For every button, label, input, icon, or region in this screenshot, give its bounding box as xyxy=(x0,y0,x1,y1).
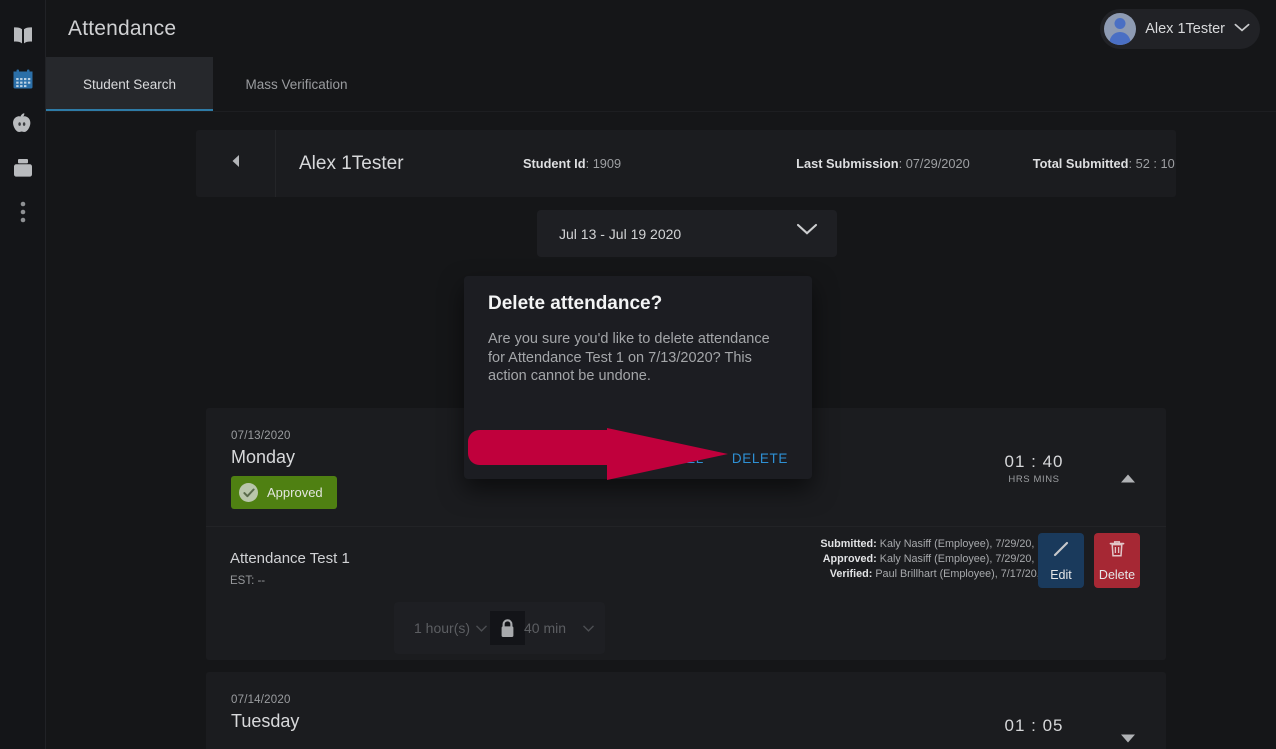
attendance-day-card: 07/14/2020 Tuesday 01 : 05 xyxy=(206,672,1166,749)
approved-stamp: Approved: Kaly Nasiff (Employee), 7/29/2… xyxy=(723,552,1083,567)
chevron-left-icon xyxy=(231,154,240,173)
user-name: Alex 1Tester xyxy=(1145,21,1225,37)
day-total-hours: 01 : 05 xyxy=(988,716,1080,736)
student-name: Alex 1Tester xyxy=(299,152,404,174)
delete-button-label: Delete xyxy=(1098,567,1136,582)
duration-control: 1 hour(s) 40 min xyxy=(394,602,605,654)
edit-button-label: Edit xyxy=(1050,567,1072,582)
delete-attendance-dialog: Delete attendance? Are you sure you'd li… xyxy=(464,276,812,479)
day-total-hours: 01 : 40 HRS MINS xyxy=(988,452,1080,485)
duration-minutes-value: 40 min xyxy=(524,620,567,636)
day-hours-label: HRS MINS xyxy=(1008,474,1060,485)
user-menu-button[interactable]: Alex 1Tester xyxy=(1100,9,1260,49)
approved-label: Approved: xyxy=(822,553,877,565)
day-card-header[interactable]: 07/14/2020 Tuesday 01 : 05 xyxy=(206,672,1166,749)
entry-title: Attendance Test 1 xyxy=(230,550,350,567)
total-submitted-meta: Total Submitted: 52 : 10 xyxy=(1032,156,1175,171)
sidebar-item-teaching[interactable] xyxy=(0,102,46,146)
dialog-message: Are you sure you'd like to delete attend… xyxy=(488,331,770,384)
caret-down-icon xyxy=(583,619,594,637)
last-submission-value: 07/29/2020 xyxy=(905,156,970,171)
sidebar-item-cases[interactable] xyxy=(0,146,46,190)
chevron-down-icon xyxy=(796,223,818,242)
top-bar: Attendance Alex 1Tester xyxy=(46,0,1276,57)
delete-button[interactable]: Delete xyxy=(1094,533,1140,588)
sidebar-item-curriculum[interactable] xyxy=(0,14,46,58)
day-hours-value: 01 : 40 xyxy=(1004,452,1064,471)
date-range-value: Jul 13 - Jul 19 2020 xyxy=(559,225,682,242)
expand-down-icon[interactable] xyxy=(1120,730,1136,748)
status-badge: Approved xyxy=(231,476,337,509)
student-summary-bar: Alex 1Tester Student Id: 1909 Last Submi… xyxy=(196,130,1176,197)
page-title: Attendance xyxy=(68,17,177,40)
confirm-delete-button[interactable]: DELETE xyxy=(732,451,788,466)
day-hours-value: 01 : 05 xyxy=(1004,716,1064,735)
check-circle-icon xyxy=(239,483,258,502)
entry-audit-stamps: Submitted: Kaly Nasiff (Employee), 7/29/… xyxy=(723,537,1083,582)
total-submitted-value: 52 : 10 xyxy=(1135,156,1175,171)
sidebar-item-attendance[interactable] xyxy=(0,58,46,102)
verified-label: Verified: xyxy=(829,568,873,580)
student-id-label: Student Id xyxy=(523,156,586,171)
sidebar-item-more[interactable] xyxy=(0,190,46,234)
caret-down-icon xyxy=(476,619,487,637)
attendance-app: Attendance Alex 1Tester Student Search M… xyxy=(0,0,1276,749)
edit-button[interactable]: Edit xyxy=(1038,533,1084,588)
tab-student-search-label: Student Search xyxy=(82,76,177,92)
tab-student-search[interactable]: Student Search xyxy=(46,57,213,111)
back-button[interactable] xyxy=(196,130,276,197)
student-id-value: 1909 xyxy=(592,156,622,171)
chevron-down-icon xyxy=(1234,20,1250,38)
collapse-up-icon[interactable] xyxy=(1120,470,1136,488)
submitted-label: Submitted: xyxy=(820,538,877,550)
briefcase-icon xyxy=(11,157,35,179)
duration-hours-select: 1 hour(s) xyxy=(394,619,498,637)
left-sidebar xyxy=(0,0,46,749)
calendar-icon xyxy=(11,68,35,92)
entry-actions: Edit Delete xyxy=(1038,533,1140,588)
duration-hours-value: 1 hour(s) xyxy=(414,620,471,636)
day-date: 07/14/2020 xyxy=(231,694,291,706)
dialog-title: Delete attendance? xyxy=(488,293,663,314)
attendance-entry-row: Attendance Test 1 EST: -- 1 hour(s) 40 m… xyxy=(206,526,1166,660)
more-vertical-icon xyxy=(20,200,26,224)
day-weekday: Monday xyxy=(231,447,296,467)
last-submission-meta: Last Submission: 07/29/2020 xyxy=(796,156,970,171)
entry-estimate: EST: -- xyxy=(230,575,266,587)
last-submission-label: Last Submission xyxy=(796,156,899,171)
status-badge-label: Approved xyxy=(267,485,323,500)
student-id-meta: Student Id: 1909 xyxy=(523,156,622,171)
date-range-select[interactable]: Jul 13 - Jul 19 2020 xyxy=(537,210,837,257)
avatar xyxy=(1104,13,1137,45)
tab-mass-verification[interactable]: Mass Verification xyxy=(213,57,380,111)
day-weekday: Tuesday xyxy=(231,711,300,731)
duration-minutes-select: 40 min xyxy=(498,619,605,637)
pencil-icon xyxy=(1052,540,1070,563)
tab-mass-verification-label: Mass Verification xyxy=(245,76,348,92)
apple-icon xyxy=(11,112,34,136)
dialog-actions: CANCEL DELETE xyxy=(646,451,789,466)
day-date: 07/13/2020 xyxy=(231,430,291,442)
submitted-stamp: Submitted: Kaly Nasiff (Employee), 7/29/… xyxy=(723,537,1083,552)
book-icon xyxy=(11,26,35,46)
verified-stamp: Verified: Paul Brillhart (Employee), 7/1… xyxy=(723,567,1083,582)
tab-bar: Student Search Mass Verification xyxy=(46,57,1276,112)
cancel-button[interactable]: CANCEL xyxy=(646,451,704,466)
trash-icon xyxy=(1109,540,1125,563)
total-submitted-label: Total Submitted xyxy=(1032,156,1129,171)
